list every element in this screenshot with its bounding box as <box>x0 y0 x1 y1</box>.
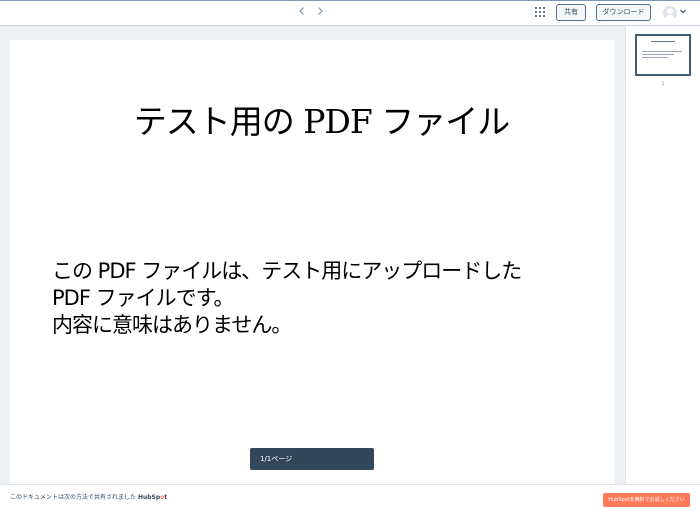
page-indicator: 1/1ページ <box>260 455 293 463</box>
footer-bar: このドキュメントは次の方法で共有されました HubSpot HubSpotを無料… <box>0 484 700 511</box>
shared-by-label: このドキュメントは次の方法で共有されました <box>10 494 137 501</box>
chevron-left-icon[interactable] <box>296 5 308 17</box>
top-bar: 共有 ダウンロード <box>0 0 700 26</box>
download-button[interactable]: ダウンロード <box>596 4 651 21</box>
document-viewer[interactable]: テスト用の PDF ファイル この PDF ファイルは、テスト用にアップロードし… <box>0 26 625 484</box>
body-line: PDF ファイルです。 <box>52 286 235 310</box>
page-thumbnail[interactable] <box>635 34 691 76</box>
share-button[interactable]: 共有 <box>556 4 586 21</box>
hubspot-logo[interactable]: HubSpot <box>138 494 167 501</box>
viewer-toolbar: 1/1ページ <box>250 448 374 470</box>
page-thumbnails-sidebar: 1 <box>625 26 700 484</box>
pdf-page: テスト用の PDF ファイル この PDF ファイルは、テスト用にアップロードし… <box>10 40 615 484</box>
document-title: テスト用の PDF ファイル <box>133 102 511 141</box>
try-hubspot-button[interactable]: HubSpotを無料でお試しください <box>603 493 690 507</box>
body-line: この PDF ファイルは、テスト用にアップロードした <box>52 259 522 283</box>
user-avatar-icon[interactable] <box>663 6 677 20</box>
document-body: この PDF ファイルは、テスト用にアップロードした PDF ファイルです。 内… <box>52 258 612 339</box>
top-border <box>0 0 700 1</box>
chevron-down-icon[interactable] <box>679 7 687 15</box>
thumbnail-page-number: 1 <box>661 81 665 87</box>
body-line: 内容に意味はありません。 <box>52 313 292 337</box>
chevron-right-icon[interactable] <box>314 5 326 17</box>
zoom-out-icon[interactable] <box>335 5 347 17</box>
shared-by-text: このドキュメントは次の方法で共有されました HubSpot <box>10 485 167 511</box>
apps-grid-icon[interactable] <box>535 7 545 17</box>
zoom-in-icon[interactable] <box>354 5 366 17</box>
